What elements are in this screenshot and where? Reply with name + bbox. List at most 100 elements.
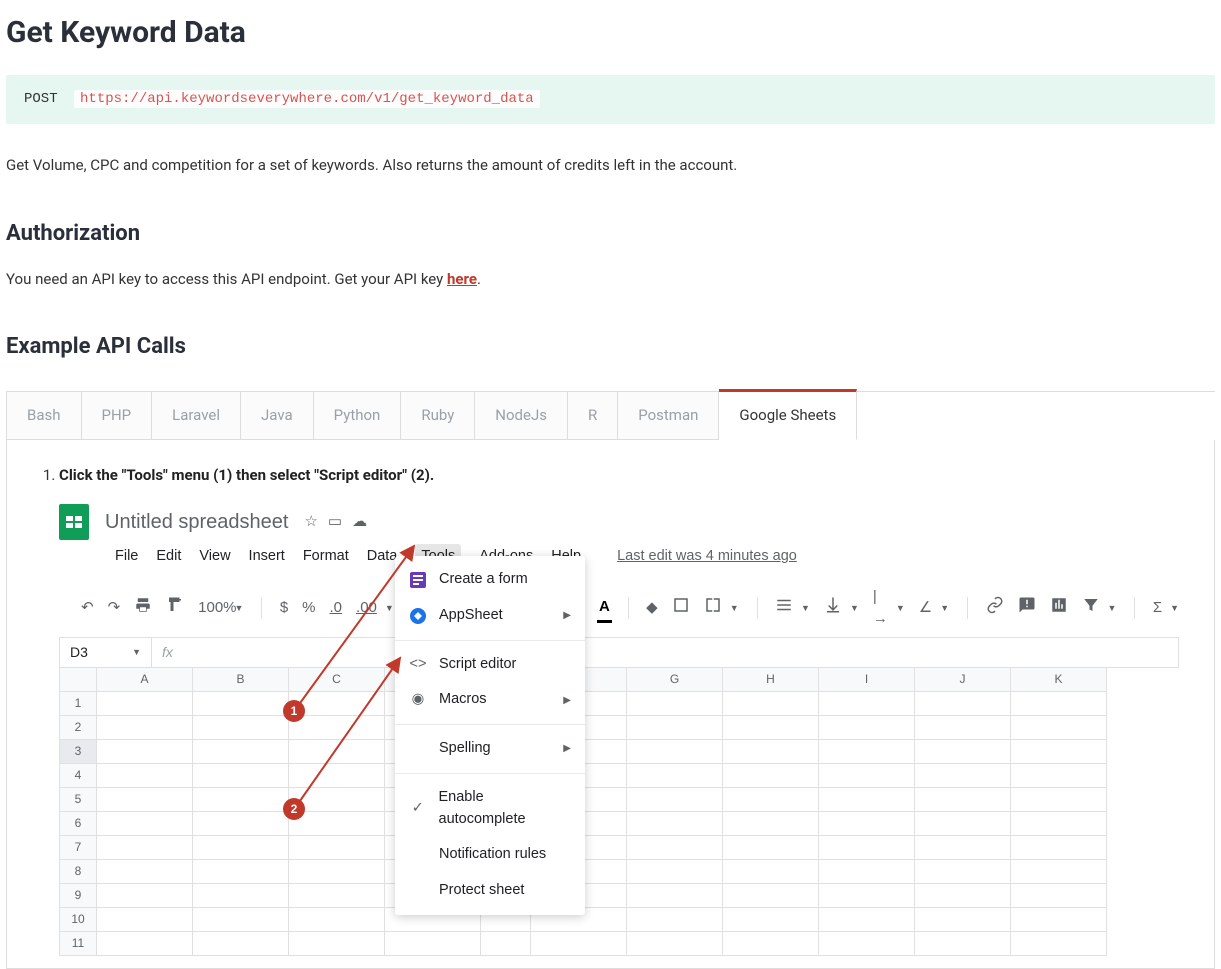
cell[interactable] <box>723 908 819 932</box>
dropdown-appsheet[interactable]: AppSheet ▶ <box>395 598 585 634</box>
cell[interactable] <box>385 932 481 956</box>
document-title[interactable]: Untitled spreadsheet <box>105 507 288 537</box>
column-header[interactable]: C <box>289 668 385 692</box>
cell[interactable] <box>1011 812 1107 836</box>
menu-edit[interactable]: Edit <box>156 546 181 568</box>
column-header[interactable]: G <box>627 668 723 692</box>
tab-python[interactable]: Python <box>314 392 402 440</box>
row-header[interactable]: 10 <box>59 908 97 932</box>
cell[interactable] <box>193 764 289 788</box>
cell[interactable] <box>819 764 915 788</box>
cell[interactable] <box>915 764 1011 788</box>
row-header[interactable]: 11 <box>59 932 97 956</box>
column-header[interactable]: I <box>819 668 915 692</box>
cell[interactable] <box>97 884 193 908</box>
v-align-icon[interactable] <box>824 596 842 622</box>
cell[interactable] <box>915 908 1011 932</box>
cell[interactable] <box>627 692 723 716</box>
dropdown-notification-rules[interactable]: Notification rules <box>395 837 585 873</box>
undo-icon[interactable]: ↶ <box>81 597 94 620</box>
tab-java[interactable]: Java <box>241 392 314 440</box>
cell[interactable] <box>1011 908 1107 932</box>
cell[interactable] <box>819 908 915 932</box>
insert-comment-icon[interactable] <box>1018 596 1036 622</box>
row-header[interactable]: 5 <box>59 788 97 812</box>
cell[interactable] <box>193 908 289 932</box>
cell[interactable] <box>723 836 819 860</box>
star-icon[interactable]: ☆ <box>304 511 317 534</box>
paint-format-icon[interactable] <box>166 596 184 622</box>
cell[interactable] <box>97 692 193 716</box>
column-header[interactable]: K <box>1011 668 1107 692</box>
redo-icon[interactable]: ↷ <box>108 597 121 620</box>
cell[interactable] <box>723 788 819 812</box>
cell[interactable] <box>1011 764 1107 788</box>
cell[interactable] <box>289 884 385 908</box>
cell[interactable] <box>193 788 289 812</box>
fill-color-icon[interactable]: ◆ <box>646 597 658 620</box>
tab-google-sheets[interactable]: Google Sheets <box>719 389 857 440</box>
cell[interactable] <box>819 716 915 740</box>
cell[interactable] <box>193 692 289 716</box>
cell[interactable] <box>97 908 193 932</box>
cell[interactable] <box>97 788 193 812</box>
cell[interactable] <box>627 788 723 812</box>
tab-bash[interactable]: Bash <box>6 392 82 440</box>
cell[interactable] <box>193 884 289 908</box>
merge-cells-icon[interactable] <box>704 596 722 622</box>
cell-reference[interactable]: D3▼ <box>60 638 152 667</box>
cell[interactable] <box>1011 932 1107 956</box>
tab-laravel[interactable]: Laravel <box>152 392 241 440</box>
select-all-corner[interactable] <box>59 668 97 692</box>
cell[interactable] <box>289 764 385 788</box>
column-header[interactable]: A <box>97 668 193 692</box>
cell[interactable] <box>915 740 1011 764</box>
cell[interactable] <box>97 812 193 836</box>
move-icon[interactable]: ▭ <box>328 511 342 534</box>
row-header[interactable]: 3 <box>59 740 97 764</box>
column-header[interactable]: H <box>723 668 819 692</box>
menu-format[interactable]: Format <box>303 546 349 568</box>
row-header[interactable]: 4 <box>59 764 97 788</box>
insert-link-icon[interactable] <box>986 596 1004 622</box>
cell[interactable] <box>1011 740 1107 764</box>
decrease-decimal-button[interactable]: .0 <box>330 597 343 620</box>
cell[interactable] <box>1011 788 1107 812</box>
print-icon[interactable] <box>134 596 152 622</box>
row-header[interactable]: 8 <box>59 860 97 884</box>
cell[interactable] <box>723 932 819 956</box>
cell[interactable] <box>915 836 1011 860</box>
cell[interactable] <box>193 932 289 956</box>
cell[interactable] <box>627 764 723 788</box>
cell[interactable] <box>627 812 723 836</box>
cell[interactable] <box>819 860 915 884</box>
cell[interactable] <box>289 908 385 932</box>
cell[interactable] <box>97 836 193 860</box>
text-color-button[interactable]: A <box>599 596 610 622</box>
cell[interactable] <box>97 860 193 884</box>
tab-nodejs[interactable]: NodeJs <box>475 392 568 440</box>
cell[interactable] <box>915 692 1011 716</box>
text-wrap-icon[interactable]: |→ <box>873 586 888 631</box>
cell[interactable] <box>1011 884 1107 908</box>
menu-file[interactable]: File <box>115 546 138 568</box>
cell[interactable] <box>819 692 915 716</box>
cell[interactable] <box>915 932 1011 956</box>
h-align-icon[interactable] <box>775 596 793 622</box>
cell[interactable] <box>723 812 819 836</box>
menu-insert[interactable]: Insert <box>249 546 285 568</box>
cell[interactable] <box>819 740 915 764</box>
dropdown-enable-autocomplete[interactable]: ✓ Enable autocomplete <box>395 780 585 838</box>
row-header[interactable]: 7 <box>59 836 97 860</box>
cell[interactable] <box>915 788 1011 812</box>
tab-postman[interactable]: Postman <box>618 392 719 440</box>
borders-icon[interactable] <box>672 596 690 622</box>
cell[interactable] <box>723 860 819 884</box>
dropdown-script-editor[interactable]: <> Script editor <box>395 647 585 683</box>
filter-icon[interactable] <box>1082 596 1100 622</box>
dropdown-macros[interactable]: ◉ Macros ▶ <box>395 682 585 718</box>
tab-r[interactable]: R <box>568 392 618 440</box>
text-rotate-icon[interactable]: ∠ <box>919 597 932 620</box>
dropdown-create-form[interactable]: Create a form <box>395 562 585 598</box>
cell[interactable] <box>723 692 819 716</box>
